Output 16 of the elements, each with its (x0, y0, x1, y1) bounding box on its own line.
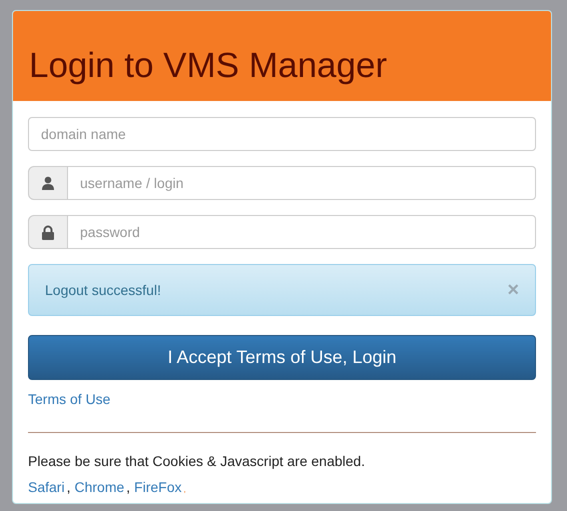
browser-link[interactable]: Safari (28, 479, 65, 495)
input-field[interactable]: username / login (67, 166, 536, 200)
alert-message: Logout successful! (45, 280, 161, 300)
input-field[interactable]: password (67, 215, 536, 249)
browser-link[interactable]: FireFox (134, 479, 182, 495)
separator: , (66, 478, 72, 497)
input-field[interactable]: domain name (28, 117, 536, 151)
separator: , (125, 478, 132, 497)
browser-link[interactable]: Chrome (74, 479, 124, 495)
notice-text: Please be sure that Cookies & Javascript are enabled. (28, 452, 366, 471)
lock-icon (41, 224, 55, 240)
user-icon (41, 176, 55, 190)
separator: , (182, 484, 187, 496)
page-title: Login to VMS Manager (29, 48, 387, 83)
login-button[interactable]: I Accept Terms of Use, Login (28, 335, 536, 380)
terms-link[interactable]: Terms of Use (28, 391, 110, 407)
